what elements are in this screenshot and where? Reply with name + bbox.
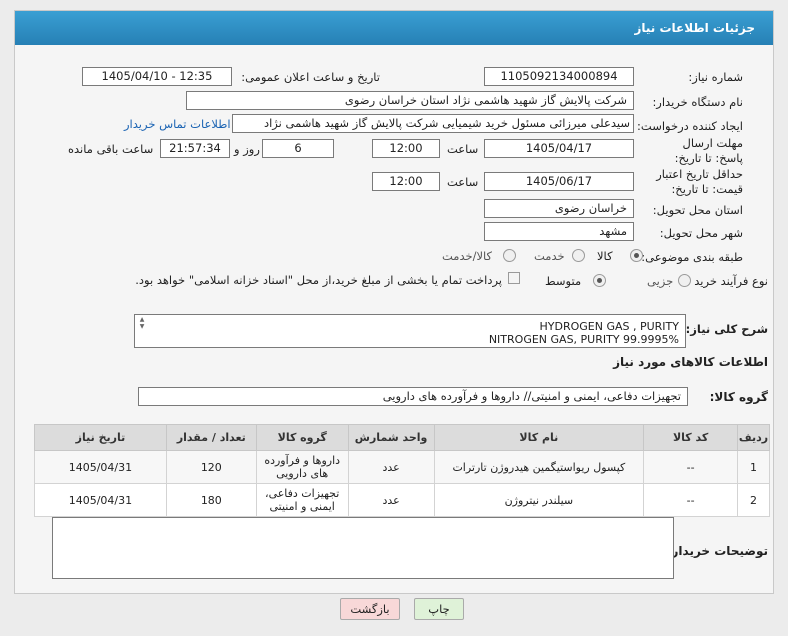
cell-code: -- <box>643 450 739 484</box>
price-validity-date: 1405/06/17 <box>484 172 634 191</box>
remaining-time: 21:57:34 <box>160 139 230 158</box>
panel-title: جزئیات اطلاعات نیاز <box>634 21 755 35</box>
cell-unit: عدد <box>347 450 435 484</box>
col-name: نام کالا <box>433 424 645 451</box>
price-validity-label: حداقل تاریخ اعتبار قیمت: تا تاریخ: <box>656 167 743 196</box>
treasury-payment-checkbox[interactable] <box>508 272 520 284</box>
col-quantity: تعداد / مقدار <box>165 424 257 451</box>
cell-code: -- <box>643 483 739 517</box>
process-radio-minor[interactable] <box>678 274 691 287</box>
general-desc-label: شرح کلی نیاز: <box>685 322 768 336</box>
col-need-date: تاریخ نیاز <box>34 424 167 451</box>
cell-group: داروها و فرآورده های دارویی <box>255 450 349 484</box>
buyer-notes-box[interactable] <box>52 517 674 579</box>
delivery-province-field: خراسان رضوی <box>484 199 634 218</box>
buyer-org-label: نام دستگاه خریدار: <box>652 95 743 109</box>
textarea-scroll-arrows[interactable]: ▲ ▼ <box>136 316 148 330</box>
cell-quantity: 120 <box>165 450 257 484</box>
price-validity-time-label: ساعت <box>447 175 479 189</box>
buyer-org-field: شرکت پالایش گاز شهید هاشمی نژاد استان خر… <box>186 91 634 110</box>
reply-deadline-days: 6 <box>262 139 334 158</box>
col-code: کد کالا <box>643 424 739 451</box>
delivery-province-label: استان محل تحویل: <box>652 203 743 217</box>
delivery-city-field: مشهد <box>484 222 634 241</box>
requester-field: سیدعلی میرزائی مسئول خرید شیمیایی شرکت پ… <box>232 114 634 133</box>
reply-deadline-time: 12:00 <box>372 139 440 158</box>
announce-datetime-field: 1405/04/10 - 12:35 <box>82 67 232 86</box>
need-number-label: شماره نیاز: <box>688 70 743 84</box>
goods-group-label: گروه کالا: <box>709 390 768 404</box>
category-option-service: خدمت <box>534 249 565 263</box>
category-radio-goods-service[interactable] <box>503 249 516 262</box>
process-radio-medium[interactable] <box>593 274 606 287</box>
reply-deadline-label: مهلت ارسال پاسخ: تا تاریخ: <box>674 136 743 165</box>
cell-row: 1 <box>737 450 770 484</box>
reply-deadline-time-label: ساعت <box>447 142 479 156</box>
goods-section-title: اطلاعات کالاهای مورد نیاز <box>613 355 768 369</box>
table-row[interactable]: 2 -- سیلندر نیتروژن عدد تجهیزات دفاعی، ا… <box>34 483 770 517</box>
process-option-medium: متوسط <box>545 274 582 288</box>
general-desc-line-1: HYDROGEN GAS , PURITY <box>539 320 680 333</box>
category-label: طبقه بندی موضوعی: <box>641 250 743 264</box>
col-row: ردیف <box>737 424 770 451</box>
cell-need-date: 1405/04/31 <box>34 450 167 484</box>
delivery-city-label: شهر محل تحویل: <box>659 226 743 240</box>
requester-label: ایجاد کننده درخواست: <box>637 119 743 133</box>
cell-name: سیلندر نیتروژن <box>433 483 645 517</box>
cell-row: 2 <box>737 483 770 517</box>
category-option-goods-service: کالا/خدمت <box>442 249 493 263</box>
goods-table: ردیف کد کالا نام کالا واحد شمارش گروه کا… <box>34 424 770 517</box>
col-group: گروه کالا <box>255 424 349 451</box>
need-number-field: 1105092134000894 <box>484 67 634 86</box>
general-desc-line-2: NITROGEN GAS, PURITY 99.9995% <box>488 333 679 346</box>
announce-datetime-label: تاریخ و ساعت اعلان عمومی: <box>241 70 380 84</box>
category-radio-goods[interactable] <box>630 249 643 262</box>
price-validity-time: 12:00 <box>372 172 440 191</box>
back-button[interactable]: بازگشت <box>340 598 400 620</box>
table-row[interactable]: 1 -- کپسول ریواستیگمین هیدروژن تارترات ع… <box>34 450 770 484</box>
buyer-notes-label: توضیحات خریدار: <box>666 544 768 558</box>
category-radio-service[interactable] <box>572 249 585 262</box>
process-option-minor: جزیی <box>647 274 674 288</box>
treasury-payment-note: پرداخت تمام یا بخشی از مبلغ خرید،از محل … <box>135 273 502 287</box>
buyer-contact-link[interactable]: اطلاعات تماس خریدار <box>124 117 231 131</box>
goods-table-header: ردیف کد کالا نام کالا واحد شمارش گروه کا… <box>34 424 770 451</box>
col-unit: واحد شمارش <box>347 424 435 451</box>
reply-deadline-date: 1405/04/17 <box>484 139 634 158</box>
cell-need-date: 1405/04/31 <box>34 483 167 517</box>
cell-quantity: 180 <box>165 483 257 517</box>
panel-header: جزئیات اطلاعات نیاز <box>15 11 773 45</box>
category-option-goods: کالا <box>597 249 613 263</box>
remaining-time-label: ساعت باقی مانده <box>68 142 154 156</box>
days-label: روز و <box>234 142 260 156</box>
print-button[interactable]: چاپ <box>414 598 464 620</box>
goods-group-field: تجهیزات دفاعی، ایمنی و امنیتی// داروها و… <box>138 387 688 406</box>
general-desc-box[interactable]: ▲ ▼ HYDROGEN GAS , PURITY NITROGEN GAS, P… <box>134 314 686 348</box>
cell-group: تجهیزات دفاعی، ایمنی و امنیتی <box>255 483 349 517</box>
cell-name: کپسول ریواستیگمین هیدروژن تارترات <box>433 450 645 484</box>
purchase-process-label: نوع فرآیند خرید : <box>686 274 768 288</box>
cell-unit: عدد <box>347 483 435 517</box>
